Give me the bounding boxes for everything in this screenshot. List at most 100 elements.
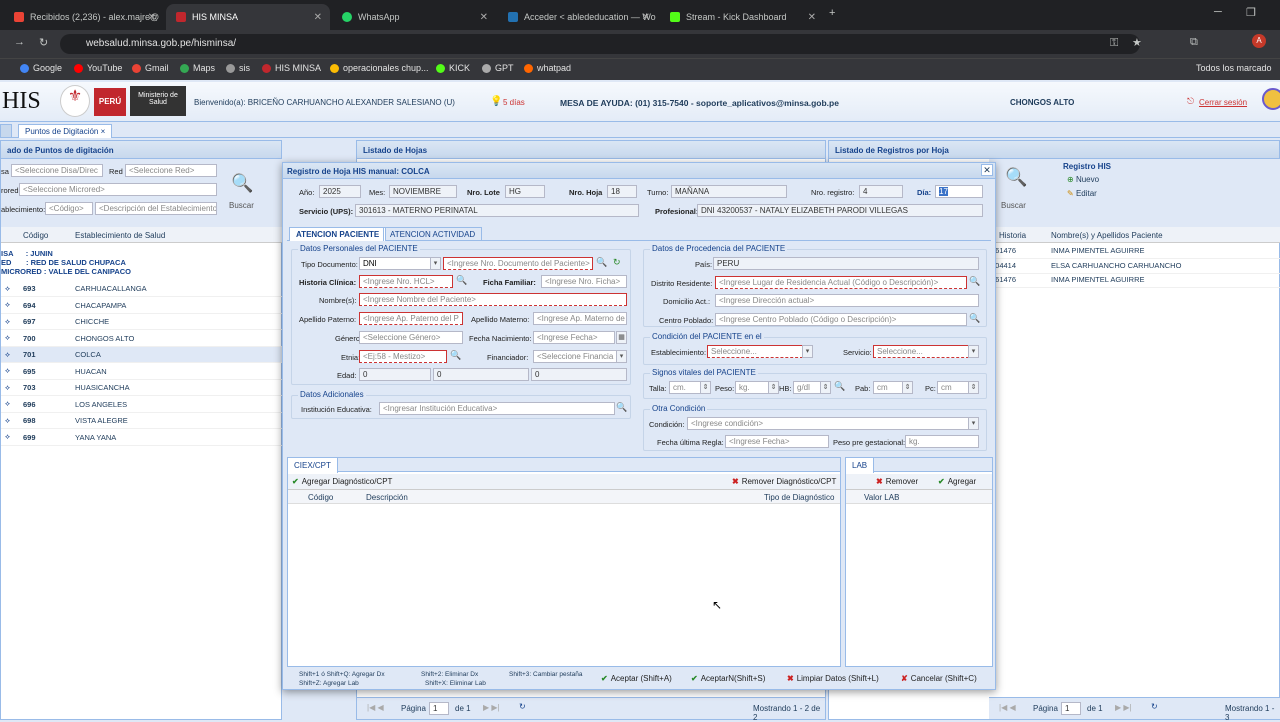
add-diagnosis-button[interactable]: ✔ Agregar Diagnóstico/CPT [292,477,392,486]
search-icon[interactable]: 🔍 [231,173,253,194]
search-icon[interactable]: 🔍 [616,402,627,413]
gender-select[interactable]: <Seleccione Género> [359,331,463,344]
logout-icon[interactable]: ⎋ [1187,96,1194,107]
table-row[interactable]: ⟡ 701 COLCA [1,347,283,363]
close-icon[interactable]: ✕ [981,164,993,176]
search-icon[interactable]: 🔍 [969,313,980,324]
first-page-icon[interactable]: |◀ ◀ [999,703,1016,712]
next-page-icon[interactable]: ▶ ▶| [1115,703,1132,712]
bookmark[interactable]: Google [20,63,62,73]
table-row[interactable]: ⟡ 698 VISTA ALEGRE [1,413,283,429]
last-period-input[interactable]: <Ingrese Fecha> [725,435,829,448]
first-page-icon[interactable]: |◀ ◀ [367,703,384,712]
name-input[interactable]: <Ingrese Nombre del Paciente> [359,293,627,306]
bookmark[interactable]: operacionales chup... [330,63,429,73]
browser-tab-active[interactable]: HIS MINSA ✕ [166,4,330,30]
table-row[interactable]: 861476 INMA PIMENTEL AGUIRRE [989,272,1280,288]
close-icon[interactable]: ✕ [148,12,156,23]
browser-tab[interactable]: Recibidos (2,236) - alex.majre@ ✕ [4,4,164,30]
table-row[interactable]: ⟡ 703 HUASICANCHA [1,380,283,396]
bookmark[interactable]: KICK [436,63,470,73]
close-icon[interactable]: ✕ [480,12,488,23]
search-icon[interactable]: 🔍 [834,381,845,392]
remove-diagnosis-button[interactable]: ✖ Remover Diagnóstico/CPT [732,477,836,486]
disa-select[interactable]: <Seleccione Disa/Direc [11,164,103,177]
search-icon[interactable]: 🔍 [456,275,467,286]
financier-select[interactable]: <Seleccione Financia [533,350,617,363]
cancel-button[interactable]: ✘ Cancelar (Shift+C) [901,674,977,683]
search-icon[interactable]: 🔍 [450,350,461,361]
maternal-surname-input[interactable]: <Ingrese Ap. Materno de [533,312,627,325]
close-icon[interactable]: × [101,127,106,136]
maximize-icon[interactable]: ❐ [1246,6,1256,19]
browser-tab[interactable]: Stream - Kick Dashboard ✕ [660,4,824,30]
dropdown-icon[interactable]: ▾ [968,345,979,358]
minimize-icon[interactable]: ─ [1214,6,1222,18]
pre-weight-input[interactable]: kg. [905,435,979,448]
refresh-icon[interactable]: ↻ [613,257,621,268]
weight-input[interactable]: kg. [735,381,769,394]
profile-avatar[interactable]: A [1252,34,1266,48]
table-row[interactable]: ⟡ 700 CHONGOS ALTO [1,331,283,347]
bookmark-star-icon[interactable]: ★ [1132,36,1142,49]
stepper-icon[interactable]: ⇕ [820,381,831,394]
town-input[interactable]: <Ingrese Centro Poblado (Código o Descri… [715,313,967,326]
search-icon[interactable]: 🔍 [596,257,607,268]
stepper-icon[interactable]: ⇕ [768,381,779,394]
ethnicity-input[interactable]: <Ej:58 - Mestizo> [359,350,447,363]
accept-new-button[interactable]: ✔ AceptarN(Shift+S) [691,674,765,683]
calendar-icon[interactable]: ▦ [616,331,627,344]
tab-points[interactable]: Puntos de Digitación × [18,124,113,138]
tab-lab[interactable]: LAB [846,458,875,473]
table-row[interactable]: ⟡ 695 HUACAN [1,364,283,380]
new-tab-icon[interactable]: + [829,7,835,19]
bookmark[interactable]: HIS MINSA [262,63,321,73]
stepper-icon[interactable]: ⇕ [700,381,711,394]
refresh-icon[interactable]: ↻ [1151,702,1158,711]
clinical-history-input[interactable]: <Ingrese Nro. HCL> [359,275,453,288]
district-input[interactable]: <Ingrese Lugar de Residencia Actual (Cód… [715,276,967,289]
bookmark[interactable]: Maps [180,63,215,73]
bookmark[interactable]: YouTube [74,63,122,73]
search-icon[interactable]: 🔍 [1005,167,1027,188]
user-avatar[interactable] [1262,88,1280,110]
service-condition-select[interactable]: Seleccione... [873,345,969,358]
birthdate-input[interactable]: <Ingrese Fecha> [533,331,615,344]
head-input[interactable]: cm [937,381,969,394]
table-row[interactable]: ⟡ 699 YANA YANA [1,430,283,446]
refresh-icon[interactable]: ↻ [519,702,526,711]
paternal-surname-input[interactable]: <Ingrese Ap. Paterno del P [359,312,463,325]
table-row[interactable]: ⟡ 693 CARHUACALLANGA [1,281,283,297]
abdominal-input[interactable]: cm [873,381,903,394]
password-key-icon[interactable]: ⚿ [1110,37,1118,50]
dropdown-icon[interactable]: ▾ [616,350,627,363]
next-page-icon[interactable]: ▶ ▶| [483,703,500,712]
bookmark[interactable]: whatpad [524,63,571,73]
remove-lab-button[interactable]: ✖ Remover [876,477,918,486]
clear-button[interactable]: ✖ Limpiar Datos (Shift+L) [787,674,879,683]
dropdown-icon[interactable]: ▾ [802,345,813,358]
close-icon[interactable]: ✕ [314,12,322,23]
browser-tab[interactable]: WhatsApp ✕ [332,4,496,30]
tab-attention-activity[interactable]: ATENCION ACTIVIDAD [383,227,483,241]
bookmark[interactable]: GPT [482,63,514,73]
browser-tab[interactable]: Acceder < ablededucation — Wo ✕ [498,4,658,30]
page-input[interactable]: 1 [1061,702,1081,715]
tab-attention-patient[interactable]: ATENCION PACIENTE [289,227,387,241]
accept-button[interactable]: ✔ Aceptar (Shift+A) [601,674,672,683]
search-button[interactable]: Buscar [229,201,254,210]
page-input[interactable]: 1 [429,702,449,715]
estab-desc-input[interactable]: <Descripción del Establecimiento [95,202,217,215]
doc-number-input[interactable]: <Ingrese Nro. Documento del Paciente> [443,257,593,270]
stepper-icon[interactable]: ⇕ [902,381,913,394]
stepper-icon[interactable]: ⇕ [968,381,979,394]
all-bookmarks[interactable]: Todos los marcado [1196,63,1272,73]
search-icon[interactable]: 🔍 [969,276,980,287]
height-input[interactable]: cm. [669,381,701,394]
estab-code-input[interactable]: <Código> [45,202,93,215]
day-input[interactable]: 17 [935,185,983,198]
dropdown-icon[interactable]: ▾ [430,257,441,270]
red-select[interactable]: <Seleccione Red> [125,164,217,177]
forward-icon[interactable]: → [14,36,25,48]
hb-input[interactable]: g/dl [793,381,821,394]
